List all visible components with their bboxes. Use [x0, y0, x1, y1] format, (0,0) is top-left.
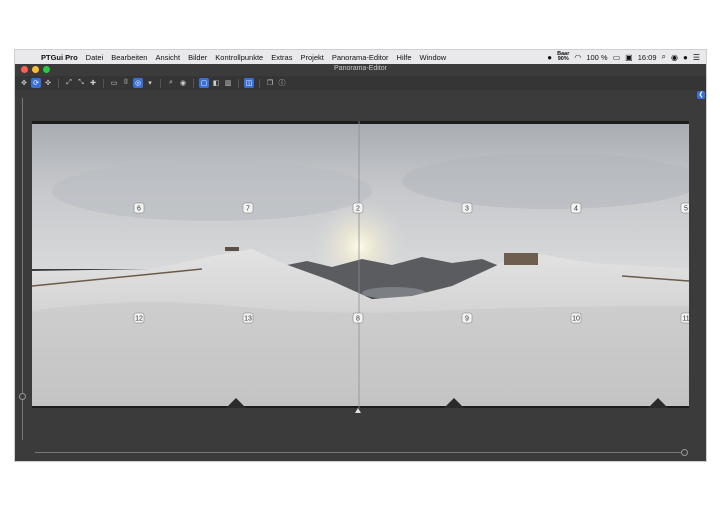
- eye-icon[interactable]: ◉: [178, 78, 188, 88]
- toolbar-separator: [238, 78, 239, 88]
- badge-label: 13: [244, 316, 252, 323]
- sync-status-icon[interactable]: ●: [547, 53, 552, 62]
- menu-bar: PTGui Pro Datei Bearbeiten Ansicht Bilde…: [15, 50, 706, 64]
- image-number-badge[interactable]: 6: [133, 202, 145, 214]
- badge-label: 10: [572, 316, 580, 323]
- toolbar-separator: [103, 78, 104, 88]
- fit-panorama-icon[interactable]: ⤢: [64, 78, 74, 88]
- battery-percent: 100 %: [586, 52, 608, 62]
- badge-label: 2: [356, 206, 360, 213]
- panorama-canvas[interactable]: ❮ 6 7 2 3 4 5 12 13 8 9 10 11: [15, 90, 706, 461]
- panorama-editor-window: PTGui Pro Datei Bearbeiten Ansicht Bilde…: [15, 50, 706, 461]
- shrink-panorama-icon[interactable]: ⤡: [76, 78, 86, 88]
- menu-projekt[interactable]: Projekt: [296, 53, 327, 62]
- window-titlebar: Panorama-Editor: [15, 64, 706, 76]
- image-number-badge[interactable]: 13: [242, 312, 254, 324]
- numbered-tool-icon[interactable]: ✜: [43, 78, 53, 88]
- menu-extras[interactable]: Extras: [267, 53, 296, 62]
- battery-icon[interactable]: ▭: [613, 53, 621, 62]
- calendar-icon[interactable]: ▣: [625, 53, 633, 62]
- editor-toolbar: ✥ ⟳ ✜ ⤢ ⤡ ✚ ▭ ⌷ ◎ ▾ ⌕ ◉ ▢ ◧ ▥ ◫ ❐ ⓘ: [15, 76, 706, 90]
- menu-kontrollpunkte[interactable]: Kontrollpunkte: [211, 53, 267, 62]
- panorama-preview[interactable]: 6 7 2 3 4 5 12 13 8 9 10 11: [32, 121, 689, 408]
- menu-app-name[interactable]: PTGui Pro: [37, 53, 82, 62]
- image-number-badge[interactable]: 5: [680, 202, 689, 214]
- move-tool-icon[interactable]: ✥: [19, 78, 29, 88]
- horizontal-slider-track[interactable]: [35, 452, 685, 453]
- zoom-icon[interactable]: ⌕: [166, 78, 176, 88]
- badge-label: 12: [135, 316, 143, 323]
- badge-label: 7: [246, 206, 250, 213]
- spotlight-search-icon[interactable]: ⌕: [662, 52, 666, 62]
- horizon-marker-icon[interactable]: [355, 408, 361, 413]
- menu-panorama-editor[interactable]: Panorama-Editor: [328, 53, 393, 62]
- menu-bearbeiten[interactable]: Bearbeiten: [107, 53, 151, 62]
- center-point-icon[interactable]: ✚: [88, 78, 98, 88]
- image-number-badge[interactable]: 11: [680, 312, 689, 324]
- cloud-band: [52, 161, 372, 221]
- image-number-badge[interactable]: 8: [352, 312, 364, 324]
- image-number-badge[interactable]: 4: [570, 202, 582, 214]
- cloud-band-right: [402, 153, 689, 209]
- battery-badge[interactable]: Baar 90%: [557, 51, 569, 63]
- view-grid-icon[interactable]: ▥: [223, 78, 233, 88]
- mountain-hut: [504, 253, 538, 265]
- badge-label: 4: [574, 206, 578, 213]
- view-half-icon[interactable]: ◧: [211, 78, 221, 88]
- menu-datei[interactable]: Datei: [82, 53, 108, 62]
- toolbar-separator: [58, 78, 59, 88]
- sphere-icon[interactable]: ◎: [133, 78, 143, 88]
- rectangle-icon[interactable]: ▭: [109, 78, 119, 88]
- top-jagged-edge: [32, 121, 689, 124]
- horizontal-slider-handle[interactable]: [681, 449, 688, 456]
- badge-label: 9: [465, 316, 469, 323]
- dropdown-icon[interactable]: ▾: [145, 78, 155, 88]
- badge-label: 6: [137, 206, 141, 213]
- image-number-badge[interactable]: 7: [242, 202, 254, 214]
- badge-label: 5: [684, 206, 688, 213]
- layers-icon[interactable]: ❐: [265, 78, 275, 88]
- view-single-icon[interactable]: ▢: [199, 78, 209, 88]
- image-number-badge[interactable]: 9: [461, 312, 473, 324]
- badge-label: 8: [356, 316, 360, 323]
- toolbar-separator: [160, 78, 161, 88]
- info-icon[interactable]: ⓘ: [277, 78, 287, 88]
- image-number-badge[interactable]: 12: [133, 312, 145, 324]
- image-number-badge[interactable]: 3: [461, 202, 473, 214]
- badge-label: 11: [682, 316, 689, 323]
- menu-window[interactable]: Window: [416, 53, 451, 62]
- wifi-icon[interactable]: ◠: [574, 53, 581, 62]
- menu-bilder[interactable]: Bilder: [184, 53, 211, 62]
- badge-label: 3: [465, 206, 469, 213]
- rotate-tool-icon[interactable]: ⟳: [31, 78, 41, 88]
- status-area: ● Baar 90% ◠ 100 % ▭ ▣ 16:09 ⌕ ◉ ● ☰: [547, 51, 706, 63]
- window-title: Panorama-Editor: [334, 65, 387, 72]
- cylinder-icon[interactable]: ⌷: [121, 78, 131, 88]
- user-icon[interactable]: ●: [683, 53, 688, 62]
- toolbar-separator: [259, 78, 260, 88]
- menu-hilfe[interactable]: Hilfe: [393, 53, 416, 62]
- image-number-badge[interactable]: 10: [570, 312, 582, 324]
- control-center-icon[interactable]: ☰: [693, 53, 700, 62]
- menu-ansicht[interactable]: Ansicht: [151, 53, 184, 62]
- small-hut: [225, 247, 239, 251]
- split-view-icon[interactable]: ◫: [244, 78, 254, 88]
- battery-badge-line2: 90%: [557, 56, 569, 62]
- vertical-slider-handle[interactable]: [19, 393, 26, 400]
- vertical-slider-track[interactable]: [22, 98, 23, 440]
- siri-icon[interactable]: ◉: [671, 53, 678, 62]
- clock[interactable]: 16:09: [638, 53, 657, 62]
- toolbar-separator: [193, 78, 194, 88]
- image-number-badge[interactable]: 2: [352, 202, 364, 214]
- collapse-panel-icon[interactable]: ❮: [697, 91, 705, 99]
